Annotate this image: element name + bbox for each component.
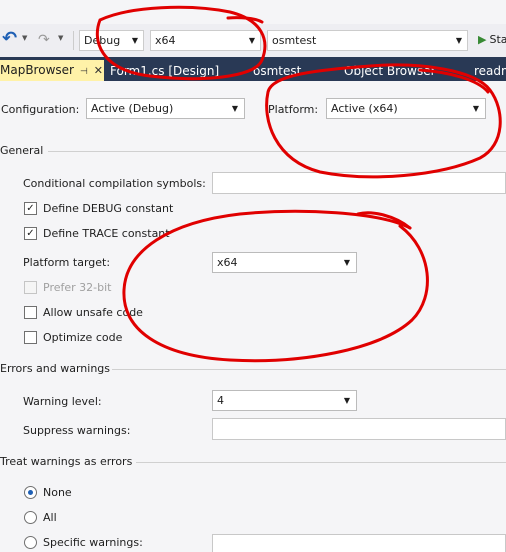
solution-platform-value: x64 <box>155 34 176 47</box>
startup-project-value: osmtest <box>272 34 317 47</box>
section-errors-header: Errors and warnings <box>0 362 111 375</box>
chevron-down-icon: ▼ <box>231 104 238 113</box>
optimize-code-checkbox[interactable] <box>24 331 37 344</box>
platform-label: Platform: <box>268 103 319 116</box>
suppress-warnings-input[interactable] <box>212 418 506 440</box>
tab-osmtest[interactable]: osmtest <box>253 61 301 81</box>
allow-unsafe-label: Allow unsafe code <box>43 306 143 319</box>
define-debug-label: Define DEBUG constant <box>43 202 174 215</box>
toolbar-separator <box>73 31 74 50</box>
undo-icon[interactable]: ↶ <box>2 29 17 49</box>
tab-label: readm <box>474 64 506 78</box>
allow-unsafe-checkbox[interactable] <box>24 306 37 319</box>
tab-label: Object Browser <box>344 64 436 78</box>
treat-all-label: All <box>43 511 57 524</box>
optimize-code-label: Optimize code <box>43 331 123 344</box>
warning-level-label: Warning level: <box>23 395 102 408</box>
tab-label: osmtest <box>253 64 302 78</box>
treat-none-radio[interactable] <box>24 486 37 499</box>
define-trace-label: Define TRACE constant <box>43 227 170 240</box>
specific-warnings-input[interactable] <box>212 534 506 552</box>
define-trace-checkbox[interactable]: ✓ <box>24 227 37 240</box>
undo-dropdown-icon[interactable]: ▼ <box>22 34 27 42</box>
close-icon[interactable]: ✕ <box>94 64 103 77</box>
treat-specific-radio[interactable] <box>24 536 37 549</box>
prefer-32bit-label: Prefer 32-bit <box>43 281 112 294</box>
section-divider <box>136 462 506 463</box>
tab-form1-design[interactable]: Form1.cs [Design] <box>110 61 219 81</box>
prefer-32bit-checkbox[interactable] <box>24 281 37 294</box>
play-icon: ▶ <box>478 33 487 46</box>
platform-dropdown[interactable]: Active (x64) ▼ <box>326 98 486 119</box>
solution-configuration-combo[interactable]: Debug ▼ <box>79 30 144 51</box>
define-debug-checkbox[interactable]: ✓ <box>24 202 37 215</box>
configuration-value: Active (Debug) <box>91 102 174 115</box>
conditional-symbols-input[interactable] <box>212 172 506 194</box>
configuration-label: Configuration: <box>1 103 80 116</box>
start-button[interactable]: ▶ Sta <box>478 30 506 50</box>
platform-target-dropdown[interactable]: x64 ▼ <box>212 252 357 273</box>
warning-level-dropdown[interactable]: 4 ▼ <box>212 390 357 411</box>
platform-target-label: Platform target: <box>23 256 111 269</box>
start-label: Sta <box>489 33 506 46</box>
platform-target-value: x64 <box>217 256 238 269</box>
treat-specific-label: Specific warnings: <box>43 536 143 549</box>
redo-dropdown-icon[interactable]: ▼ <box>58 34 63 42</box>
section-divider <box>112 369 506 370</box>
tab-readme[interactable]: readm <box>474 61 506 81</box>
warning-level-value: 4 <box>217 394 224 407</box>
treat-none-label: None <box>43 486 72 499</box>
solution-configuration-value: Debug <box>84 34 121 47</box>
chevron-down-icon: ▼ <box>248 36 255 45</box>
section-divider <box>48 151 506 152</box>
tab-object-browser[interactable]: Object Browser <box>344 61 436 81</box>
configuration-dropdown[interactable]: Active (Debug) ▼ <box>86 98 245 119</box>
solution-platform-combo[interactable]: x64 ▼ <box>150 30 261 51</box>
chevron-down-icon: ▼ <box>343 396 350 405</box>
toolbar: ↶ ▼ ↷ ▼ Debug ▼ x64 ▼ osmtest ▼ ▶ Sta <box>0 24 506 57</box>
treat-all-radio[interactable] <box>24 511 37 524</box>
tab-label: MapBrowser <box>0 63 74 77</box>
tab-mapbrowser[interactable]: MapBrowser ⊣ ✕ <box>0 60 104 81</box>
chevron-down-icon: ▼ <box>455 36 462 45</box>
chevron-down-icon: ▼ <box>472 104 479 113</box>
conditional-symbols-label: Conditional compilation symbols: <box>23 177 206 190</box>
chevron-down-icon: ▼ <box>131 36 138 45</box>
redo-icon[interactable]: ↷ <box>38 30 50 50</box>
tab-label: Form1.cs [Design] <box>110 64 220 78</box>
suppress-warnings-label: Suppress warnings: <box>23 424 131 437</box>
document-tab-bar: MapBrowser ⊣ ✕ Form1.cs [Design] osmtest O… <box>0 57 506 81</box>
section-general-header: General <box>0 144 44 157</box>
platform-value: Active (x64) <box>331 102 398 115</box>
pin-icon[interactable]: ⊣ <box>80 67 88 77</box>
chevron-down-icon: ▼ <box>343 258 350 267</box>
startup-project-combo[interactable]: osmtest ▼ <box>267 30 468 51</box>
section-treat-warnings-header: Treat warnings as errors <box>0 455 133 468</box>
